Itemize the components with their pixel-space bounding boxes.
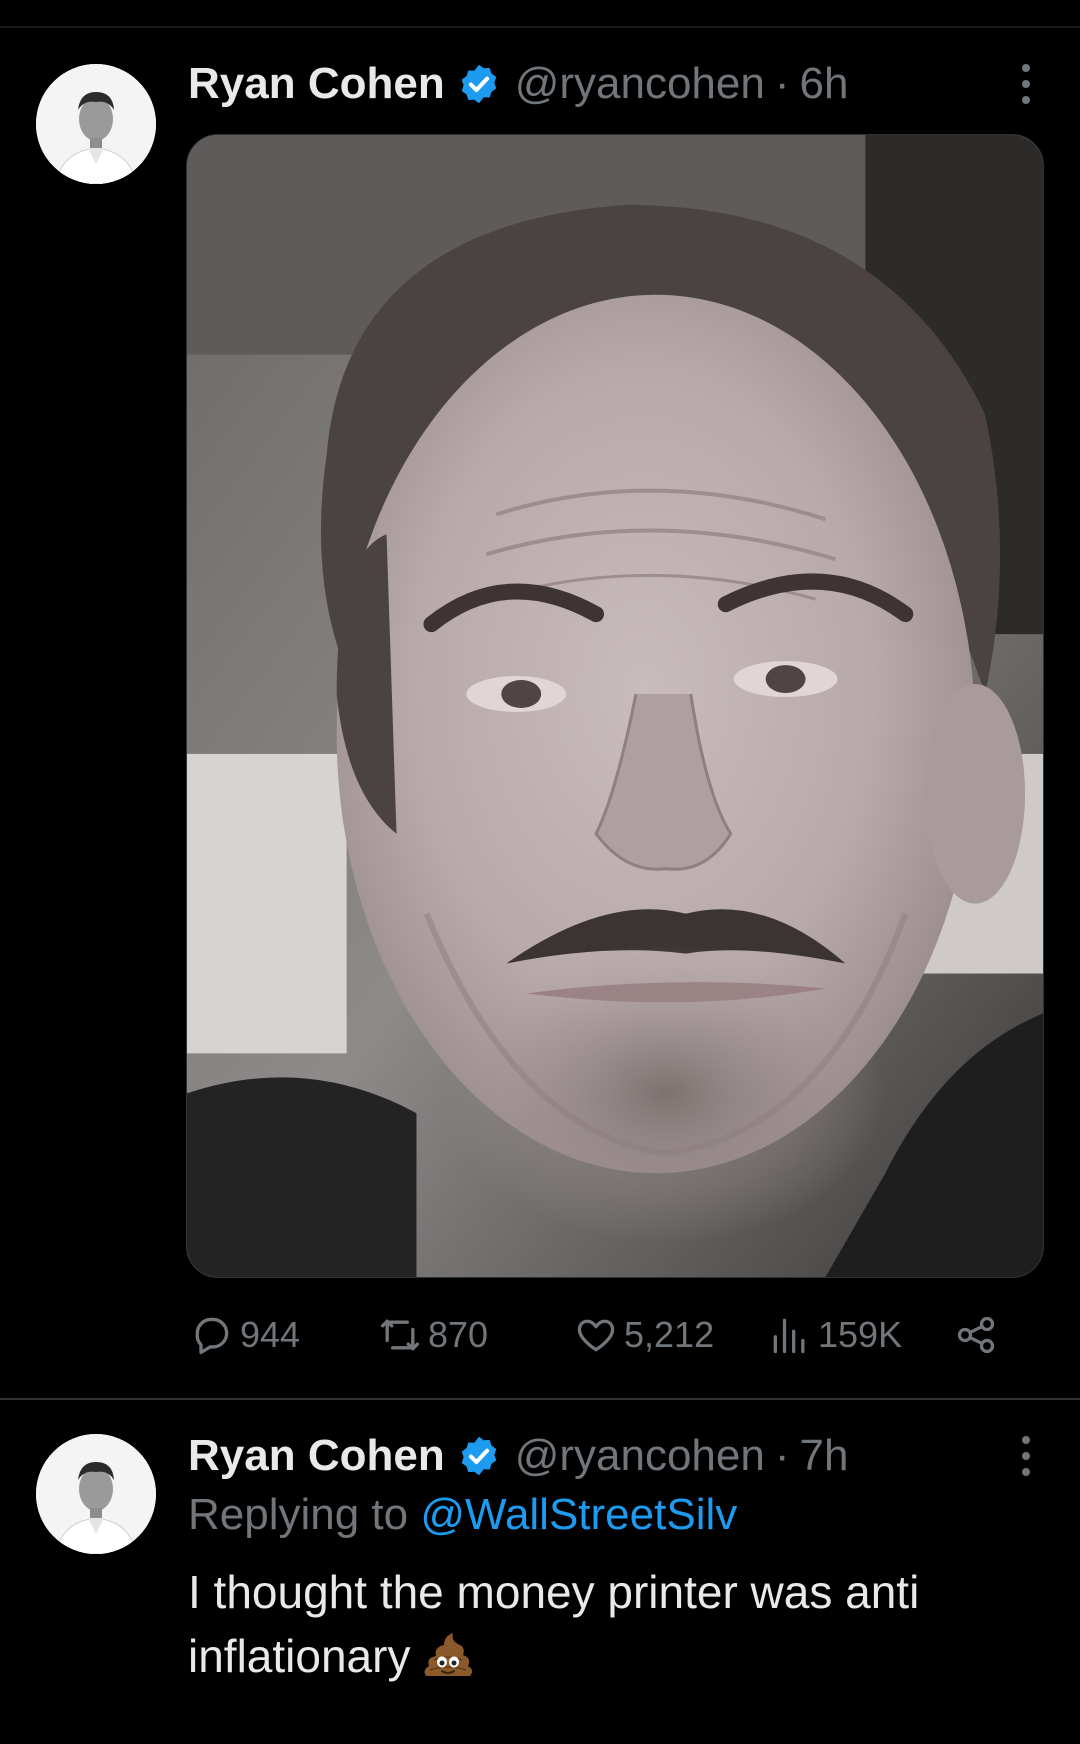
mention-link[interactable]: @WallStreetSilv	[420, 1490, 737, 1539]
reply-button[interactable]: 944	[190, 1308, 300, 1362]
tweet-text-body: I thought the money printer was anti inf…	[188, 1566, 920, 1682]
more-options-icon[interactable]	[1020, 64, 1032, 104]
separator: ·	[774, 1431, 790, 1480]
views-button[interactable]: 159K	[768, 1308, 902, 1362]
separator: ·	[774, 59, 790, 108]
tweet-text: I thought the money printer was anti inf…	[188, 1560, 1048, 1688]
reply-count: 944	[240, 1314, 301, 1355]
avatar[interactable]	[36, 64, 156, 184]
tweet-header: Ryan Cohen @ryancohen · 6h	[188, 54, 848, 114]
retweet-icon	[380, 1319, 420, 1351]
retweet-button[interactable]: 870	[378, 1308, 488, 1362]
like-button[interactable]: 5,212	[574, 1308, 714, 1362]
verified-badge-icon	[457, 62, 501, 106]
share-icon	[957, 1316, 995, 1354]
views-icon	[773, 1318, 805, 1354]
share-button[interactable]	[954, 1308, 1004, 1362]
tweet[interactable]: Ryan Cohen @ryancohen · 7h Replying to @…	[0, 1400, 1080, 1744]
author-handle[interactable]: @ryancohen	[515, 59, 765, 109]
view-count: 159K	[818, 1314, 903, 1355]
tweet[interactable]: Ryan Cohen @ryancohen · 6h 944 870 5,212…	[0, 28, 1080, 1398]
avatar[interactable]	[36, 1434, 156, 1554]
verified-badge-icon	[457, 1434, 501, 1478]
like-icon	[577, 1319, 615, 1352]
like-count: 5,212	[624, 1314, 715, 1355]
author-name[interactable]: Ryan Cohen	[188, 1431, 445, 1481]
tweet-photo[interactable]	[186, 134, 1044, 1278]
author-handle[interactable]: @ryancohen	[515, 1431, 765, 1481]
replying-prefix: Replying to	[188, 1490, 409, 1539]
author-name[interactable]: Ryan Cohen	[188, 59, 445, 109]
retweet-count: 870	[428, 1314, 489, 1355]
timestamp[interactable]: 7h	[800, 1431, 849, 1481]
tweet-header: Ryan Cohen @ryancohen · 7h	[188, 1426, 848, 1486]
timestamp[interactable]: 6h	[800, 59, 849, 109]
tweet-actions: 944 870 5,212 159K	[190, 1308, 1010, 1362]
more-options-icon[interactable]	[1020, 1436, 1032, 1476]
reply-icon	[195, 1317, 229, 1355]
poo-emoji-icon	[420, 1630, 476, 1680]
replying-to: Replying to @WallStreetSilv	[188, 1490, 737, 1540]
